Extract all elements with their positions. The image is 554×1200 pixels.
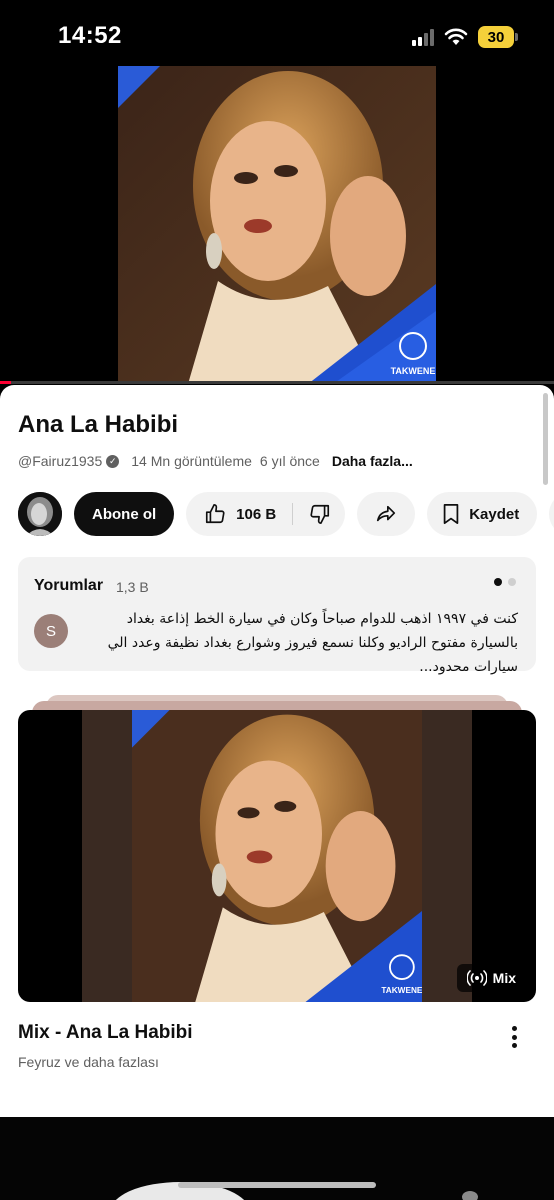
mix-badge: Mix [456, 964, 526, 992]
share-button[interactable] [357, 492, 416, 536]
verified-icon: ✓ [106, 454, 120, 468]
dislike-icon[interactable] [309, 503, 331, 525]
subscribe-button[interactable]: Abone ol [74, 492, 175, 536]
dot-inactive [508, 578, 516, 586]
like-count[interactable]: 106 B [236, 506, 276, 523]
poster-logo-text: TAKWENE [391, 366, 436, 376]
video-progress-bar[interactable] [0, 381, 554, 384]
video-meta[interactable]: @Fairuz1935 ✓ 14 Mn görüntüleme 6 yıl ön… [18, 453, 413, 469]
more-actions-peek[interactable] [549, 492, 554, 536]
signal-icon [412, 28, 434, 46]
status-time: 14:52 [58, 22, 122, 49]
mix-thumbnail[interactable]: TAKWENE Mix [18, 710, 536, 1002]
scrollbar[interactable] [543, 393, 548, 485]
video-details-panel: Ana La Habibi @Fairuz1935 ✓ 14 Mn görünt… [0, 385, 554, 1117]
save-label: Kaydet [469, 505, 520, 523]
radio-waves-icon [466, 970, 487, 986]
comments-teaser[interactable]: Yorumlar 1,3 B S كنت في ١٩٩٧ اذهب للدوام… [18, 557, 536, 675]
comments-count: 1,3 B [116, 579, 149, 595]
mix-logo-text: TAKWENE [381, 986, 422, 995]
progress-fill [0, 381, 12, 384]
share-icon [377, 505, 396, 522]
like-divider [292, 503, 294, 525]
video-thumbnail[interactable]: TAKWENE [118, 66, 436, 384]
wifi-icon [444, 28, 468, 45]
save-button[interactable]: Kaydet [427, 492, 538, 536]
mix-poster: TAKWENE [132, 710, 422, 1002]
status-indicators: 30 [412, 26, 518, 48]
mix-title[interactable]: Mix - Ana La Habibi [18, 1022, 193, 1044]
channel-avatar[interactable] [18, 492, 62, 536]
show-more-link[interactable]: Daha fazla... [332, 453, 413, 469]
like-icon[interactable] [204, 503, 226, 525]
upload-age: 6 yıl önce [259, 453, 320, 469]
battery-icon: 30 [478, 26, 518, 48]
mix-subtitle: Feyruz ve daha fazlası [18, 1054, 159, 1070]
action-row: Abone ol 106 B Kaydet [18, 491, 554, 537]
dot-active [494, 578, 502, 586]
bookmark-icon [443, 503, 459, 525]
view-count: 14 Mn görüntüleme [131, 453, 252, 469]
comment-text: كنت في ١٩٩٧ اذهب للدوام صباحاً وكان في س… [107, 611, 518, 675]
commenter-avatar: S [34, 614, 68, 648]
carousel-dots [494, 578, 516, 586]
video-title: Ana La Habibi [18, 411, 179, 438]
channel-handle[interactable]: @Fairuz1935 [18, 453, 102, 469]
mix-badge-label: Mix [492, 970, 516, 986]
status-bar: 14:52 30 [0, 0, 554, 70]
home-indicator[interactable] [178, 1182, 376, 1188]
like-dislike-group: 106 B [186, 492, 346, 536]
battery-level: 30 [487, 28, 505, 46]
comments-header: Yorumlar [34, 577, 104, 594]
video-player[interactable]: TAKWENE [0, 66, 554, 384]
more-vert-icon[interactable] [504, 1023, 524, 1051]
